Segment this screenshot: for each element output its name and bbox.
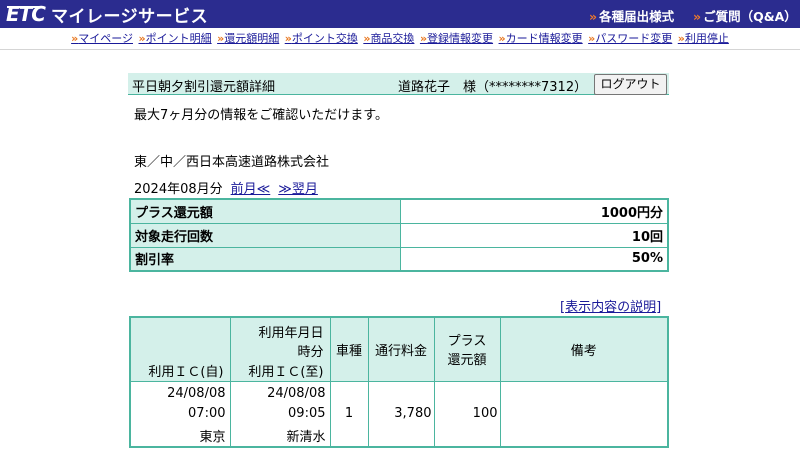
double-chevron-icon: » [284, 32, 292, 45]
header-date: 利用年月日 [258, 326, 324, 341]
prev-month-link[interactable]: 前月≪ [231, 182, 271, 197]
nav-item-label: 還元額明細 [224, 32, 280, 45]
header-time: 時分 [297, 345, 324, 360]
from-date: 24/08/08 [167, 385, 226, 401]
logo-title: マイレージサービス [50, 6, 209, 27]
header-remarks: 備考 [499, 316, 669, 382]
period-selector: 2024年08月分 前月≪ ≫翌月 [134, 178, 318, 197]
plus-cell: 100 [433, 380, 501, 448]
etc-mileage-logo[interactable]: ETC マイレージサービス [6, 2, 209, 27]
summary-value: 50% [399, 246, 669, 272]
double-chevron-icon: » [498, 32, 506, 45]
company-name: 東／中／西日本高速道路株式会社 [134, 155, 330, 170]
current-month: 2024年08月分 [134, 182, 223, 197]
summary-row: 割引率 50% [129, 246, 669, 272]
header-plus-line2: 還元額 [447, 353, 487, 369]
usage-detail-table: 利用ＩＣ(自) 利用年月日 時分 利用ＩＣ(至) 車種 通行料金 プラス 還元額… [129, 316, 669, 448]
faq-link-label: ご質問（Q&A） [703, 9, 797, 24]
logo-etc-mark: ETC [6, 2, 46, 26]
to-ic: 新清水 [286, 429, 326, 445]
header-from: 利用ＩＣ(自) [129, 316, 231, 382]
nav-item-label: 利用停止 [684, 32, 729, 45]
summary-label: 割引率 [129, 246, 401, 272]
explanation-link[interactable]: 表示内容の説明 [565, 300, 656, 315]
header-to: 利用年月日 時分 利用ＩＣ(至) [229, 316, 331, 382]
nav-item-point-exchange[interactable]: »ポイント交換 [285, 32, 358, 45]
double-chevron-icon: » [589, 9, 598, 24]
remarks-cell [499, 380, 669, 448]
user-name: 道路花子 様（********7312） [398, 80, 588, 95]
nav-item-label: パスワード変更 [595, 32, 673, 45]
summary-label: 対象走行回数 [129, 222, 401, 248]
summary-row: 対象走行回数 10回 [129, 222, 669, 248]
nav-item-stop-use[interactable]: »利用停止 [678, 32, 729, 45]
bracket-close: ] [656, 300, 662, 315]
notice-text: 最大7ヶ月分の情報をご確認いただけます。 [134, 108, 388, 123]
header-plus: プラス 還元額 [433, 316, 501, 382]
double-chevron-icon: » [677, 32, 685, 45]
forms-link[interactable]: » 各種届出様式 [589, 6, 674, 25]
table-header-row: 利用ＩＣ(自) 利用年月日 時分 利用ＩＣ(至) 車種 通行料金 プラス 還元額… [129, 316, 669, 382]
to-cell: 24/08/08 09:05 新清水 [229, 380, 331, 448]
header-vehicle: 車種 [329, 316, 369, 382]
header-plus-line1: プラス [447, 334, 487, 350]
nav-item-registration-change[interactable]: »登録情報変更 [420, 32, 493, 45]
nav-divider [0, 49, 800, 50]
forms-link-label: 各種届出様式 [599, 9, 675, 24]
summary-value: 10回 [399, 222, 669, 248]
header-ic-to: 利用ＩＣ(至) [248, 365, 324, 380]
nav-item-label: ポイント明細 [145, 32, 212, 45]
double-chevron-icon: » [419, 32, 428, 45]
nav-item-point-details[interactable]: »ポイント明細 [139, 32, 212, 45]
logout-button[interactable]: ログアウト [594, 74, 667, 95]
double-chevron-icon: » [138, 32, 146, 45]
nav-item-label: 登録情報変更 [427, 32, 494, 45]
from-time: 07:00 [188, 405, 226, 421]
main-nav: »マイページ »ポイント明細 »還元額明細 »ポイント交換 »商品交換 »登録情… [0, 30, 800, 48]
summary-row: プラス還元額 1000円分 [129, 198, 669, 224]
top-header-bar: ETC マイレージサービス » 各種届出様式 » ご質問（Q&A） [0, 0, 800, 28]
from-ic: 東京 [199, 429, 226, 445]
nav-item-label: 商品交換 [370, 32, 415, 45]
faq-link[interactable]: » ご質問（Q&A） [693, 6, 797, 25]
nav-item-mypage[interactable]: »マイページ [71, 32, 133, 45]
to-date: 24/08/08 [267, 385, 326, 401]
to-time: 09:05 [288, 405, 326, 421]
nav-item-card-change[interactable]: »カード情報変更 [499, 32, 583, 45]
double-chevron-icon: » [693, 9, 702, 24]
summary-value: 1000円分 [399, 198, 669, 224]
nav-item-label: ポイント交換 [291, 32, 358, 45]
from-cell: 24/08/08 07:00 東京 [129, 380, 231, 448]
summary-table: プラス還元額 1000円分 対象走行回数 10回 割引率 50% [129, 198, 669, 272]
nav-item-label: マイページ [78, 32, 133, 45]
explanation-link-wrap: [表示内容の説明] [560, 296, 661, 315]
nav-item-label: カード情報変更 [505, 32, 583, 45]
summary-label: プラス還元額 [129, 198, 401, 224]
toll-cell: 3,780 [367, 380, 435, 448]
next-month-link[interactable]: ≫翌月 [278, 182, 318, 197]
page-title-bar: 平日朝夕割引還元額詳細 道路花子 様（********7312） [128, 73, 669, 95]
page-title: 平日朝夕割引還元額詳細 [132, 80, 276, 95]
nav-item-password-change[interactable]: »パスワード変更 [588, 32, 672, 45]
nav-item-return-details[interactable]: »還元額明細 [217, 32, 279, 45]
nav-item-product-exchange[interactable]: »商品交換 [363, 32, 414, 45]
table-row: 24/08/08 07:00 東京 24/08/08 09:05 新清水 1 3… [129, 380, 669, 448]
header-ic-from: 利用ＩＣ(自) [148, 365, 224, 380]
header-toll: 通行料金 [367, 316, 435, 382]
vehicle-cell: 1 [329, 380, 369, 448]
